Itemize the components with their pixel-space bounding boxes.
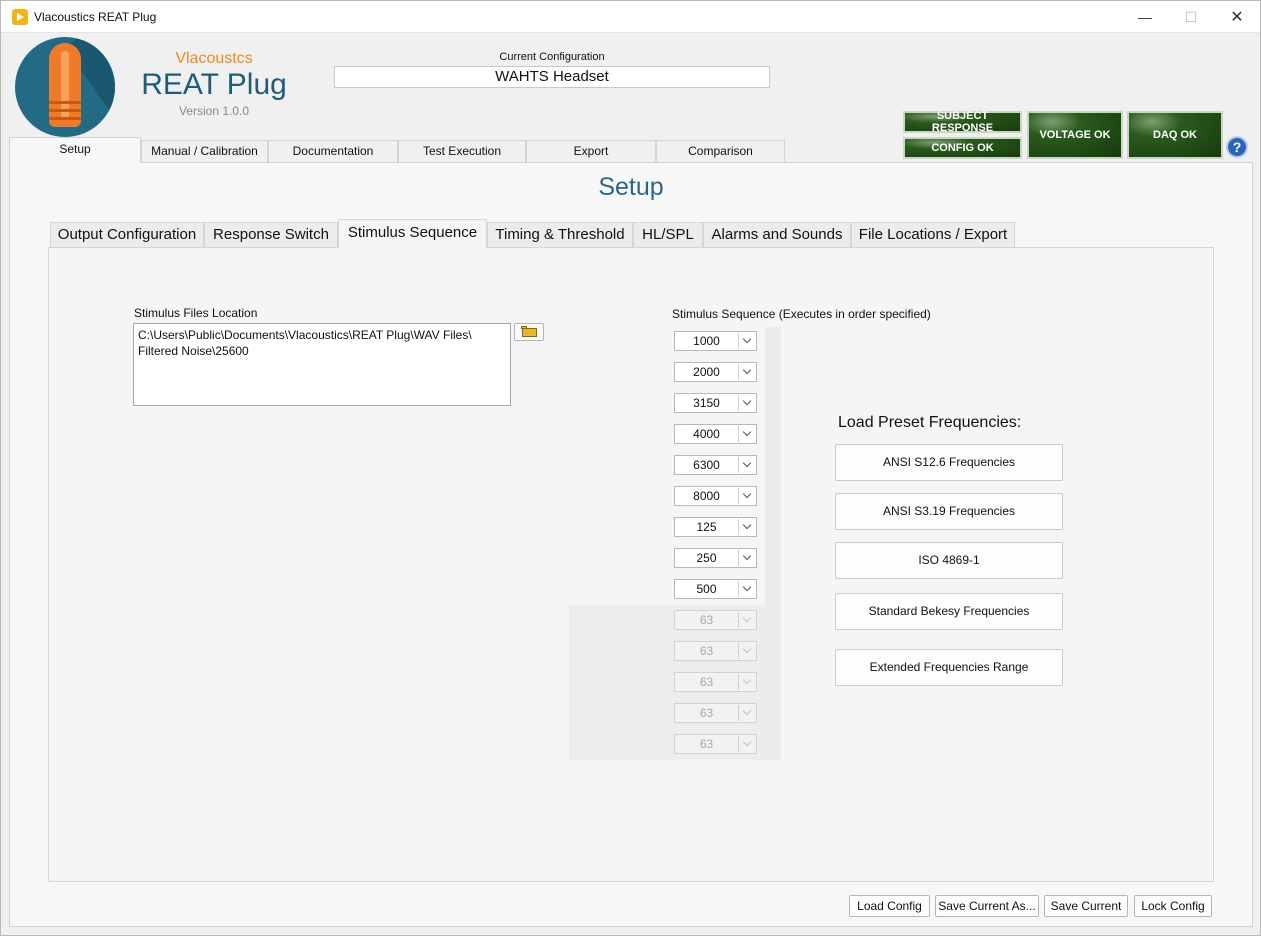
sequence-frequency-value: 63 bbox=[699, 644, 714, 658]
tab-setup[interactable]: Setup bbox=[9, 137, 141, 163]
sequence-frequency-value: 250 bbox=[696, 551, 717, 565]
sequence-frequency-value: 500 bbox=[696, 582, 717, 596]
save-current-button[interactable]: Save Current bbox=[1044, 895, 1128, 917]
config-ok-indicator: CONFIG OK bbox=[903, 137, 1022, 159]
lock-config-button[interactable]: Lock Config bbox=[1134, 895, 1212, 917]
chevron-down-icon[interactable] bbox=[738, 426, 755, 442]
sequence-frequency-select[interactable]: 8000 bbox=[674, 486, 757, 506]
sequence-scrollbar[interactable] bbox=[765, 327, 781, 760]
chevron-down-icon[interactable] bbox=[738, 333, 755, 349]
sequence-frequency-value: 6300 bbox=[693, 458, 720, 472]
sequence-frequency-value: 3150 bbox=[693, 396, 720, 410]
subtab-file-locations-export[interactable]: File Locations / Export bbox=[851, 222, 1015, 247]
sequence-frequency-value: 4000 bbox=[693, 427, 720, 441]
subtab-response-switch[interactable]: Response Switch bbox=[204, 222, 338, 247]
sequence-frequency-value: 1000 bbox=[693, 334, 720, 348]
preset-frequencies-title: Load Preset Frequencies: bbox=[838, 414, 1022, 431]
tab-manual-calibration[interactable]: Manual / Calibration bbox=[141, 140, 268, 162]
help-icon[interactable]: ? bbox=[1226, 136, 1248, 158]
sequence-frequency-select: 63 bbox=[674, 672, 757, 692]
sequence-frequency-select: 63 bbox=[674, 703, 757, 723]
sequence-frequency-value: 2000 bbox=[693, 365, 720, 379]
path-line-1: C:\Users\Public\Documents\Vlacoustics\RE… bbox=[138, 328, 472, 342]
sequence-frequency-select[interactable]: 1000 bbox=[674, 331, 757, 351]
sequence-frequency-select[interactable]: 4000 bbox=[674, 424, 757, 444]
brand-subtitle: Vlacoustcs bbox=[175, 50, 253, 67]
minimize-button[interactable]: — bbox=[1122, 1, 1168, 33]
title-bar: Vlacoustics REAT Plug — ☐ ✕ bbox=[1, 1, 1260, 33]
subtab-output-configuration[interactable]: Output Configuration bbox=[50, 222, 204, 247]
sequence-frequency-select[interactable]: 125 bbox=[674, 517, 757, 537]
ear-plug-logo-icon bbox=[15, 37, 115, 137]
tab-test-execution[interactable]: Test Execution bbox=[398, 140, 526, 162]
stimulus-files-label: Stimulus Files Location bbox=[134, 306, 258, 320]
subtab-stimulus-sequence[interactable]: Stimulus Sequence bbox=[338, 219, 487, 248]
brand-title: REAT Plug bbox=[141, 68, 287, 101]
chevron-down-icon bbox=[738, 674, 755, 690]
path-line-2: Filtered Noise\25600 bbox=[138, 344, 249, 358]
stimulus-files-path-field[interactable]: C:\Users\Public\Documents\Vlacoustics\RE… bbox=[133, 323, 511, 406]
chevron-down-icon[interactable] bbox=[738, 581, 755, 597]
preset-standard-bekesy-button[interactable]: Standard Bekesy Frequencies bbox=[835, 593, 1063, 630]
chevron-down-icon[interactable] bbox=[738, 457, 755, 473]
subtab-timing-threshold[interactable]: Timing & Threshold bbox=[487, 222, 633, 247]
subject-response-indicator: SUBJECT RESPONSE bbox=[903, 110, 1022, 134]
sequence-frequency-value: 63 bbox=[699, 706, 714, 720]
load-config-button[interactable]: Load Config bbox=[849, 895, 930, 917]
chevron-down-icon[interactable] bbox=[738, 395, 755, 411]
chevron-down-icon[interactable] bbox=[738, 488, 755, 504]
voltage-ok-indicator: VOLTAGE OK bbox=[1027, 111, 1123, 159]
app-play-icon bbox=[12, 9, 28, 25]
chevron-down-icon[interactable] bbox=[738, 519, 755, 535]
sequence-frequency-value: 125 bbox=[696, 520, 717, 534]
app-window: Vlacoustics REAT Plug — ☐ ✕ Vlacoustcs R… bbox=[0, 0, 1261, 936]
chevron-down-icon bbox=[738, 612, 755, 628]
sequence-frequency-select: 63 bbox=[674, 734, 757, 754]
chevron-down-icon[interactable] bbox=[738, 364, 755, 380]
maximize-button[interactable]: ☐ bbox=[1168, 1, 1214, 33]
sequence-frequency-value: 63 bbox=[699, 737, 714, 751]
daq-ok-indicator: DAQ OK bbox=[1127, 111, 1223, 159]
current-config-field: WAHTS Headset bbox=[334, 66, 770, 88]
chevron-down-icon bbox=[738, 736, 755, 752]
current-config-label: Current Configuration bbox=[499, 51, 605, 63]
chevron-down-icon bbox=[738, 705, 755, 721]
window-title: Vlacoustics REAT Plug bbox=[34, 10, 157, 24]
tab-comparison[interactable]: Comparison bbox=[656, 140, 785, 162]
sequence-frequency-value: 8000 bbox=[693, 489, 720, 503]
close-button[interactable]: ✕ bbox=[1214, 1, 1260, 33]
stimulus-sequence-label: Stimulus Sequence (Executes in order spe… bbox=[672, 307, 931, 321]
subtab-hl-spl[interactable]: HL/SPL bbox=[633, 222, 703, 247]
sequence-frequency-select: 63 bbox=[674, 610, 757, 630]
sequence-frequency-select[interactable]: 500 bbox=[674, 579, 757, 599]
preset-ansi-s3-19-button[interactable]: ANSI S3.19 Frequencies bbox=[835, 493, 1063, 530]
tab-export[interactable]: Export bbox=[526, 140, 656, 162]
chevron-down-icon[interactable] bbox=[738, 550, 755, 566]
sequence-frequency-select[interactable]: 2000 bbox=[674, 362, 757, 382]
browse-folder-button[interactable] bbox=[514, 323, 544, 341]
sequence-frequency-select: 63 bbox=[674, 641, 757, 661]
sequence-frequency-select[interactable]: 3150 bbox=[674, 393, 757, 413]
subtab-alarms-sounds[interactable]: Alarms and Sounds bbox=[703, 222, 851, 247]
sequence-frequency-select[interactable]: 250 bbox=[674, 548, 757, 568]
preset-ansi-s12-6-button[interactable]: ANSI S12.6 Frequencies bbox=[835, 444, 1063, 481]
tab-documentation[interactable]: Documentation bbox=[268, 140, 398, 162]
sequence-frequency-select[interactable]: 6300 bbox=[674, 455, 757, 475]
chevron-down-icon bbox=[738, 643, 755, 659]
version-label: Version 1.0.0 bbox=[178, 104, 250, 118]
preset-iso-4869-1-button[interactable]: ISO 4869-1 bbox=[835, 542, 1063, 579]
sequence-frequency-value: 63 bbox=[699, 613, 714, 627]
section-title: Setup bbox=[598, 173, 664, 201]
save-current-as-button[interactable]: Save Current As... bbox=[935, 895, 1039, 917]
sequence-frequency-value: 63 bbox=[699, 675, 714, 689]
preset-extended-range-button[interactable]: Extended Frequencies Range bbox=[835, 649, 1063, 686]
